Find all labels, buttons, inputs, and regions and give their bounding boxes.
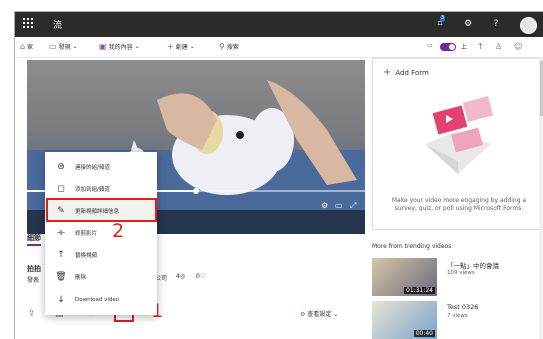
people-icon[interactable]: ♙ <box>495 42 502 51</box>
waffle-icon[interactable] <box>23 18 35 30</box>
trending-video-views: 7 views <box>447 313 468 319</box>
trash-icon: 🗑 <box>55 272 67 282</box>
view-settings-button[interactable]: ⚙ 查看設定 ⌄ <box>300 309 338 318</box>
search-icon: ⚲ <box>219 42 225 51</box>
video-thumbnail[interactable]: 01:31:24 <box>372 258 437 296</box>
details-tab-underline <box>27 244 41 246</box>
forms-card: + Add Form Make your video more engaging … <box>372 58 543 230</box>
notification-icon[interactable]: ⌗ 3 <box>433 15 447 31</box>
views-count: 4◎ <box>176 273 185 280</box>
avatar[interactable] <box>520 17 537 34</box>
trim-icon: ⟛ <box>56 228 66 238</box>
chevron-down-icon: ⌄ <box>189 43 195 50</box>
smiley-icon[interactable]: ☺ <box>514 42 522 51</box>
share-icon[interactable]: ⇪ <box>28 309 36 319</box>
nav-my-content[interactable]: ▣ 我的內容 ⌄ <box>99 42 140 51</box>
nav-create-label: 創建 <box>175 44 188 51</box>
notification-badge: 3 <box>440 15 446 22</box>
nav-my-content-label: 我的內容 <box>108 44 133 51</box>
menu-item-trim-video[interactable]: ⟛ 修剪影片 <box>45 222 157 244</box>
chevron-down-icon: ⌄ <box>134 43 140 50</box>
plus-icon: + <box>383 67 392 78</box>
scrollbar[interactable] <box>539 57 543 339</box>
duration-label: 00:40 <box>413 330 435 337</box>
menu-item-label: Download video <box>75 297 120 303</box>
annotation-number-2: 2 <box>112 220 125 242</box>
help-icon[interactable]: ? <box>489 17 503 31</box>
menu-item-label: 修剪影片 <box>75 231 98 237</box>
browser-frame: 流 ⌗ 3 ⚙ ? ⌂ 家 ▭ 發現 ⌄ ▣ 我的內容 ⌄ + 創建 ⌄ ⚲ 搜索 ▭ 上 ↑ ♙… <box>14 11 543 339</box>
menu-item-linked-groups[interactable]: ⊜ 連接的組/頻道 <box>45 156 157 178</box>
discover-icon: ▭ <box>49 42 57 51</box>
toggle-switch[interactable] <box>440 43 456 51</box>
forms-illustration <box>425 95 494 174</box>
trending-item[interactable]: 00:40 Test 0326 7 views <box>372 301 543 339</box>
menu-item-download[interactable]: ↓ Download video <box>45 289 157 311</box>
view-settings-label: 查看設定 <box>307 311 332 318</box>
gear-icon: ⚙ <box>300 311 306 318</box>
add-form-button[interactable]: + Add Form <box>383 67 429 78</box>
fullscreen-icon[interactable]: ⤢ <box>350 201 356 211</box>
nav-discover-label: 發現 <box>58 44 71 51</box>
settings-icon[interactable]: ⚙ <box>461 17 475 31</box>
details-tab[interactable]: 細節 <box>27 233 41 243</box>
add-form-label: Add Form <box>395 69 429 77</box>
nav-search-label: 搜索 <box>226 44 239 51</box>
annotation-box-update-details <box>46 198 157 222</box>
menu-item-label: 替換視頻 <box>75 253 98 259</box>
duration-label: 01:31:24 <box>404 287 435 294</box>
trending-video-title[interactable]: Test 0326 <box>447 303 478 311</box>
captions-icon[interactable]: ▭ <box>335 201 343 210</box>
menu-item-label: 刪除 <box>75 275 87 281</box>
video-title: 拍拍 <box>27 265 41 273</box>
link-groups-icon: ⊜ <box>57 162 65 172</box>
likes-count: 0♡ <box>196 273 205 280</box>
add-to-group-icon: ◻ <box>57 184 65 194</box>
menu-item-add-to-group[interactable]: ◻ 添加到組/頻道 <box>45 178 157 200</box>
download-icon: ↓ <box>57 295 65 305</box>
trending-video-title[interactable]: 「一點」中的會議 <box>447 260 499 270</box>
upload-icon[interactable]: ↑ <box>477 42 484 51</box>
chevron-down-icon: ⌄ <box>333 311 339 318</box>
command-bar: ⌂ 家 ▭ 發現 ⌄ ▣ 我的內容 ⌄ + 創建 ⌄ ⚲ 搜索 ▭ 上 ↑ ♙ ☺ <box>15 37 543 58</box>
toggle-label-text: 上 <box>461 44 468 51</box>
progress-thumb[interactable] <box>193 188 199 194</box>
trending-title: More from trending videos <box>372 243 452 250</box>
trending-video-views: 109 views <box>447 270 475 276</box>
menu-item-label: 添加到組/頻道 <box>75 187 110 193</box>
app-name[interactable]: 流 <box>53 18 62 31</box>
eye-icon: ◎ <box>179 273 186 280</box>
top-bar: 流 ⌗ 3 ⚙ ? <box>15 12 543 37</box>
trending-item[interactable]: 01:31:24 「一點」中的會議 109 views <box>372 258 543 300</box>
video-toggle-icon: ▭ <box>427 42 433 49</box>
nav-home-label: 家 <box>27 44 34 51</box>
forms-description: Make your video more engaging by adding … <box>391 197 527 212</box>
video-subtitle: 發表 <box>27 277 40 284</box>
nav-discover[interactable]: ▭ 發現 ⌄ <box>49 42 78 51</box>
settings-icon[interactable]: ⚙ <box>321 201 328 210</box>
home-icon: ⌂ <box>20 42 26 51</box>
nav-create[interactable]: + 創建 ⌄ <box>167 42 195 51</box>
heart-icon: ♡ <box>199 273 206 280</box>
chevron-down-icon: ⌄ <box>72 43 78 50</box>
video-thumbnail[interactable]: 00:40 <box>372 301 437 339</box>
nav-search[interactable]: ⚲ 搜索 <box>219 42 239 51</box>
menu-item-delete[interactable]: 🗑 刪除 <box>45 266 157 288</box>
upload-arrow-icon: ↑ <box>57 250 65 260</box>
plus-icon: + <box>167 42 174 51</box>
menu-item-replace-video[interactable]: ↑ 替換視頻 <box>45 244 157 266</box>
nav-home[interactable]: ⌂ 家 <box>20 42 33 51</box>
video-context-menu: ⊜ 連接的組/頻道 ◻ 添加到組/頻道 ✎ 更新視頻詳細信息 ⟛ 修剪影片 ↑ 替換視頻 … <box>45 152 157 315</box>
menu-item-label: 連接的組/頻道 <box>75 165 110 171</box>
toggle-label: 上 <box>461 42 467 51</box>
my-content-icon: ▣ <box>99 42 107 51</box>
